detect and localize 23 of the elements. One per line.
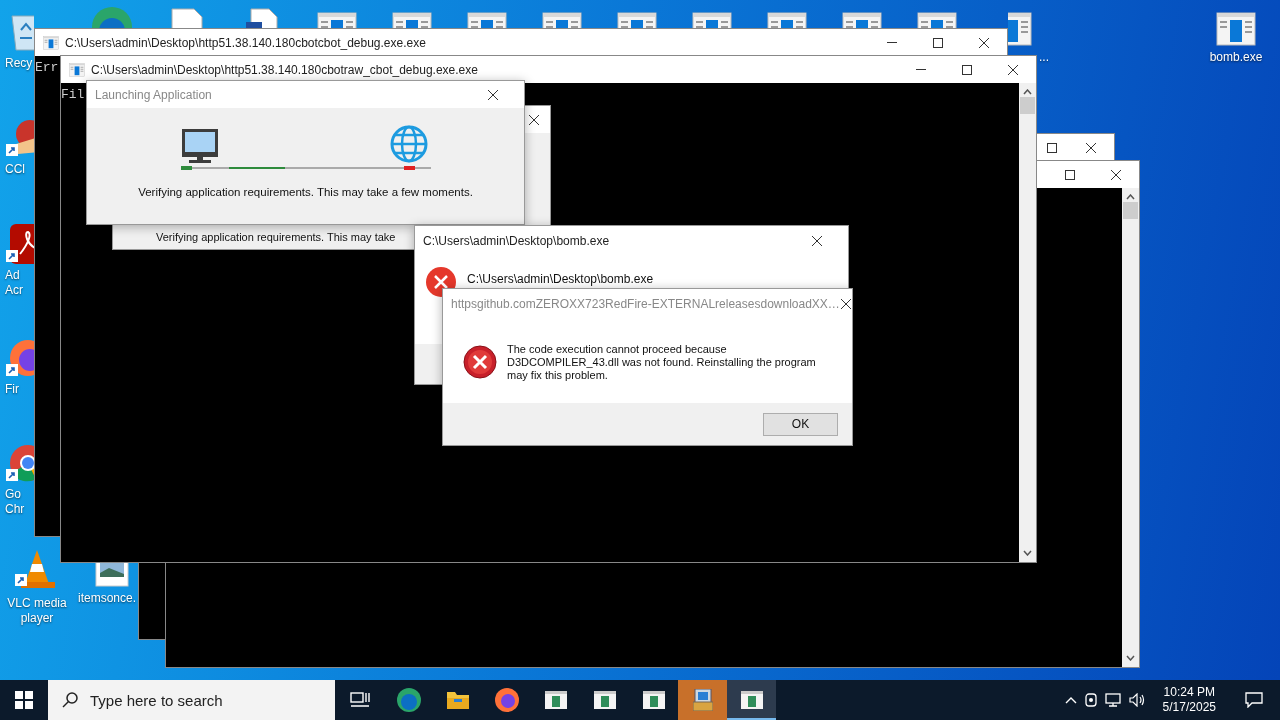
message-text: C:\Users\admin\Desktop\bomb.exe bbox=[467, 271, 654, 286]
dialog-title: httpsgithub.comZEROXX723RedFire-EXTERNALreleasesdownloadXX… bbox=[451, 297, 840, 311]
icon-label[interactable]: Ad Acr bbox=[5, 268, 23, 298]
icon-label[interactable]: Fir bbox=[5, 382, 19, 397]
console-text: Fil bbox=[61, 87, 85, 102]
icon-label[interactable]: VLC media player bbox=[0, 596, 74, 626]
clock[interactable]: 10:24 PM 5/17/2025 bbox=[1152, 685, 1226, 715]
icon-label[interactable]: itemsonce. bbox=[78, 591, 137, 606]
icon-label[interactable]: Go Chr bbox=[5, 487, 25, 517]
window-title: C:\Users\admin\Desktop\http51.38.140.180cbotraw_cbot_debug.exe.exe bbox=[91, 62, 479, 77]
dialog-title: Launching Application bbox=[95, 87, 212, 102]
console-text: Err bbox=[35, 60, 59, 75]
search-input[interactable]: Type here to search bbox=[90, 691, 310, 709]
dialog-title: C:\Users\admin\Desktop\bomb.exe bbox=[423, 234, 610, 248]
error-message: The code execution cannot proceed because D3DCOMPILER_43.dll was not found. Reinstalling the program may fix this problem. bbox=[507, 343, 817, 383]
icon-label[interactable]: Recy bbox=[5, 56, 33, 71]
search-bar[interactable]: Type here to search bbox=[48, 680, 335, 720]
icon-label[interactable]: bomb.exe bbox=[1199, 50, 1273, 65]
status-text: Verifying application requirements. This may take bbox=[156, 231, 396, 243]
icon-label[interactable]: CCl bbox=[5, 162, 25, 177]
ok-button[interactable]: OK bbox=[763, 412, 838, 436]
window-title: C:\Users\admin\Desktop\http51.38.140.180cbotcbot_debug.exe.exe bbox=[65, 35, 427, 50]
status-text: Verifying application requirements. This may take a few moments. bbox=[138, 186, 473, 198]
